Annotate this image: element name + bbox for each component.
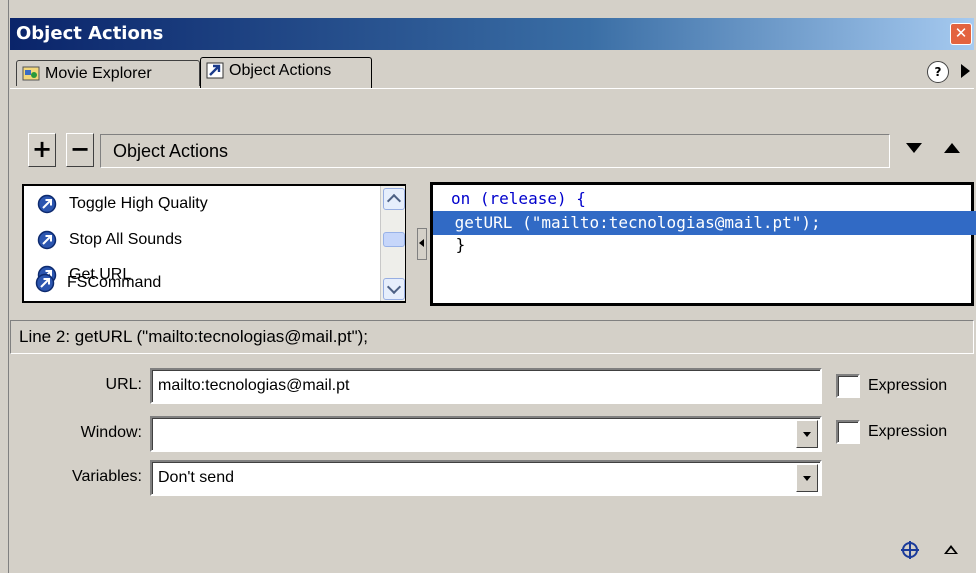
script-pane[interactable]: on (release) { getURL ("mailto:tecnologi…	[430, 182, 976, 306]
help-button[interactable]: ?	[927, 61, 949, 83]
action-list-scrollbar[interactable]	[380, 186, 405, 301]
code-line-selected[interactable]: getURL ("mailto:tecnologias@mail.pt");	[433, 211, 976, 235]
code-text: }	[446, 235, 466, 254]
url-label: URL:	[105, 376, 142, 393]
tab-movie-explorer[interactable]: Movie Explorer	[16, 60, 200, 86]
code-text: getURL ("mailto:tecnologias@mail.pt");	[445, 213, 821, 232]
object-actions-panel: Object Actions ✕ Movie Explorer Object A…	[0, 0, 976, 573]
code-line[interactable]: on (release) {	[433, 187, 976, 211]
title-bar[interactable]: Object Actions ✕	[10, 18, 974, 50]
collapse-pane-icon[interactable]	[417, 228, 427, 260]
code-line[interactable]: }	[433, 233, 976, 257]
list-item[interactable]: Stop All Sounds	[37, 226, 182, 254]
collapse-parameters-icon[interactable]	[944, 545, 958, 554]
url-expression-label: Expression	[868, 377, 948, 394]
object-actions-icon	[206, 62, 224, 79]
tab-strip: Movie Explorer Object Actions ?	[10, 54, 974, 89]
tab-label: Object Actions	[229, 62, 332, 79]
window-dropdown-button[interactable]	[796, 420, 818, 448]
window-expression-label: Expression	[868, 423, 948, 440]
tab-label: Movie Explorer	[45, 65, 152, 82]
tab-object-actions[interactable]: Object Actions	[200, 57, 372, 88]
list-item[interactable]: Toggle High Quality	[37, 190, 208, 218]
action-label: Toggle High Quality	[69, 195, 208, 212]
status-line: Line 2: getURL ("mailto:tecnologias@mail…	[10, 320, 974, 354]
window-label: Window:	[80, 424, 142, 441]
target-path-icon[interactable]	[900, 540, 920, 560]
action-icon	[37, 230, 57, 250]
add-action-button[interactable]: +	[28, 133, 56, 167]
window-title: Object Actions	[16, 23, 164, 44]
scroll-thumb[interactable]	[383, 232, 405, 247]
variables-combo[interactable]: Don't send	[150, 460, 822, 496]
variables-dropdown-button[interactable]	[796, 464, 818, 492]
action-label: Stop All Sounds	[69, 231, 182, 248]
variables-label: Variables:	[72, 468, 142, 485]
action-icon	[35, 273, 55, 293]
close-button[interactable]: ✕	[950, 23, 972, 45]
code-text: (release) {	[470, 189, 586, 208]
scroll-down-button[interactable]	[383, 278, 405, 300]
url-field[interactable]: mailto:tecnologias@mail.pt	[150, 368, 822, 404]
variables-value: Don't send	[158, 469, 234, 486]
section-title: Object Actions	[100, 134, 890, 168]
panel-menu-arrow-icon[interactable]	[961, 64, 970, 78]
remove-action-button[interactable]: −	[66, 133, 94, 167]
code-keyword: on	[451, 189, 471, 208]
action-icon	[37, 194, 57, 214]
url-value: mailto:tecnologias@mail.pt	[158, 377, 350, 394]
scroll-up-button[interactable]	[383, 188, 405, 210]
pane-splitter[interactable]	[412, 184, 430, 303]
window-combo[interactable]	[150, 416, 822, 452]
movie-explorer-icon	[22, 66, 40, 81]
list-item[interactable]: FSCommand	[35, 269, 162, 297]
url-expression-checkbox[interactable]	[836, 374, 860, 398]
window-expression-checkbox[interactable]	[836, 420, 860, 444]
move-down-icon[interactable]	[906, 143, 922, 153]
panel-left-edge	[0, 0, 9, 573]
move-up-icon[interactable]	[944, 143, 960, 153]
action-label: FSCommand	[67, 274, 162, 291]
